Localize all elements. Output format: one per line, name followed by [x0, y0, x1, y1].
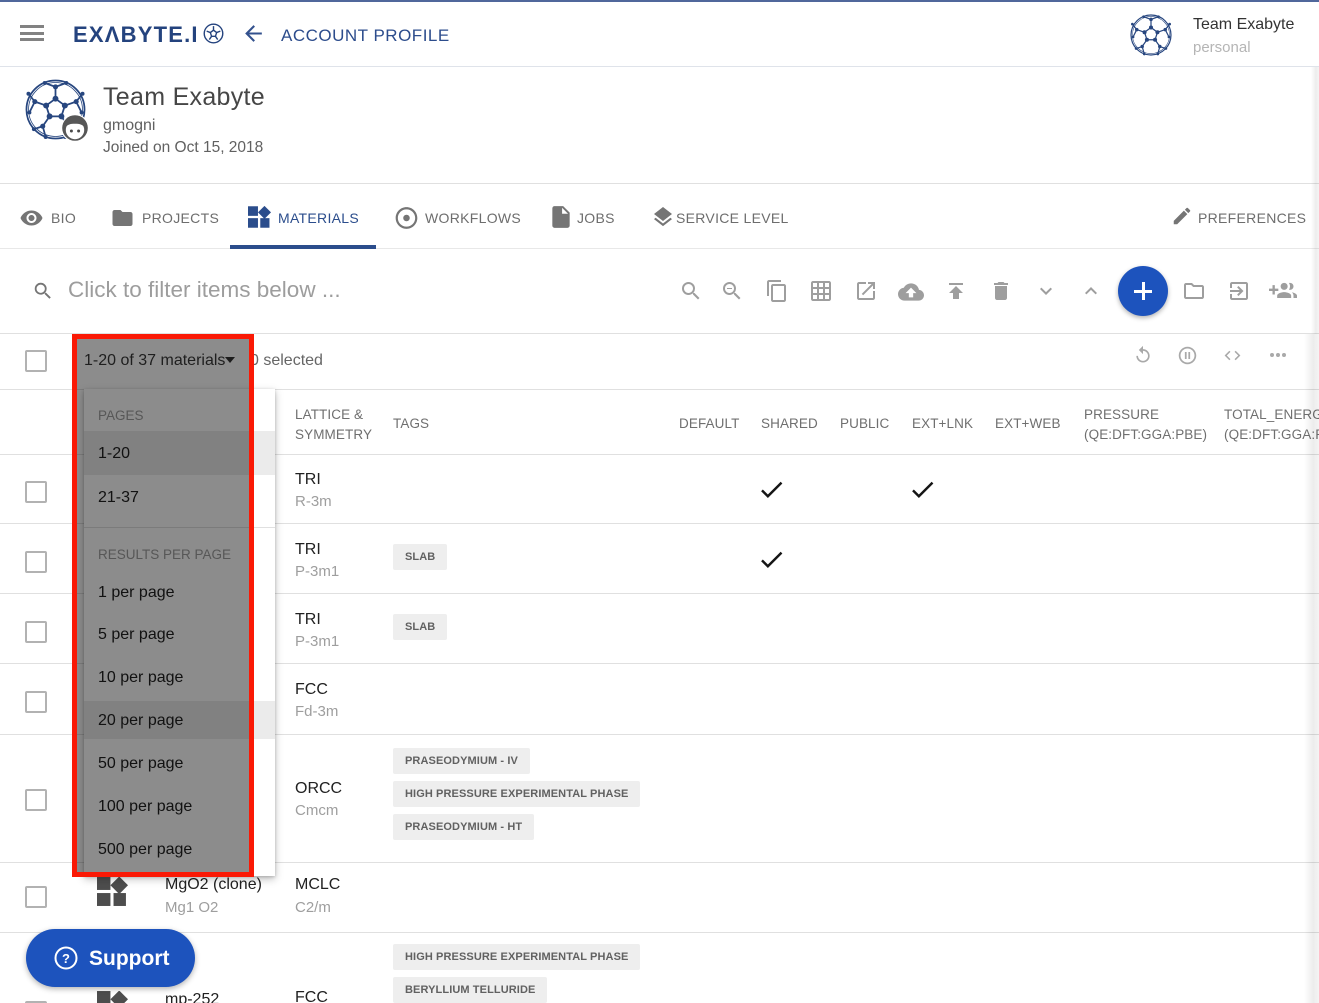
svg-text:?: ? [62, 951, 70, 966]
